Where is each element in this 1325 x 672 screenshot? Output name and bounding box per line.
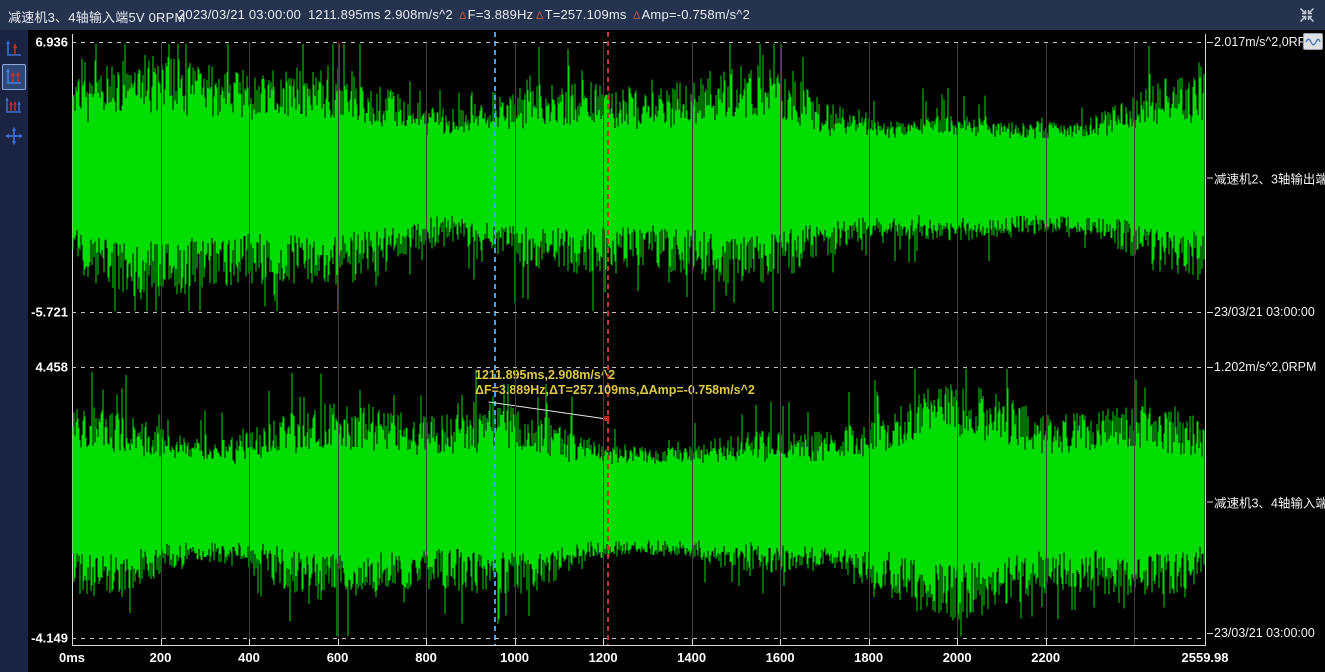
delta-icon: Δ: [633, 10, 641, 22]
vertical-gridline: [957, 42, 958, 645]
x-tick-label: 600: [327, 650, 349, 665]
y-label-ch1-max: 6.936: [28, 35, 68, 50]
toolbar-cursor-time: 1211.895ms: [308, 7, 381, 22]
vertical-gridline: [338, 42, 339, 645]
x-tickmark: [1046, 639, 1047, 646]
channel1-value-label: 2.017m/s^2,0RPM: [1207, 35, 1316, 49]
x-tick-label: 200: [150, 650, 172, 665]
tool-single-cursor[interactable]: [2, 36, 26, 62]
vertical-gridline: [1134, 42, 1135, 645]
toolbar-delta-amp: ΔAmp=-0.758m/s^2: [633, 7, 750, 22]
vertical-gridline: [249, 42, 250, 645]
toolbar-datetime: 2023/03/21 03:00:00: [178, 7, 301, 22]
x-tick-label: 1800: [854, 650, 883, 665]
y-label-ch1-min: -5.721: [28, 305, 68, 320]
channel1-time-label: 23/03/21 03:00:00: [1207, 305, 1315, 319]
dual-cursor-icon: [4, 67, 24, 87]
vertical-gridline: [1046, 42, 1047, 645]
measurement-overlay: [28, 30, 1325, 672]
x-tick-label: 2559.98: [1182, 650, 1229, 665]
x-tickmark: [249, 639, 250, 646]
x-tickmark: [1205, 639, 1206, 646]
collapse-to-center-icon: [1298, 6, 1316, 24]
tool-dual-cursor[interactable]: [2, 64, 26, 90]
annotation-point: 1211.895ms,2.908m/s^2: [475, 368, 755, 383]
vertical-gridline: [161, 42, 162, 645]
tick-dash: [1207, 178, 1213, 179]
delta-measure-line: [489, 402, 607, 419]
tick-dash: [1207, 312, 1213, 313]
vertical-gridline: [692, 42, 693, 645]
y-label-ch2-min: -4.149: [28, 631, 68, 646]
x-tick-label: 2200: [1031, 650, 1060, 665]
x-tickmark: [869, 639, 870, 646]
tool-multi-cursor[interactable]: [2, 93, 26, 119]
channel1-name-label: 减速机2、3轴输出端4A: [1207, 169, 1325, 188]
single-cursor-icon: [4, 39, 24, 59]
tick-dash: [1207, 42, 1213, 43]
delta-icon: Δ: [536, 10, 544, 22]
x-tickmark: [338, 639, 339, 646]
x-tick-label: 1600: [766, 650, 795, 665]
x-tick-label: 400: [238, 650, 260, 665]
sine-wave-icon: [1305, 36, 1321, 48]
channel2-time-label: 23/03/21 03:00:00: [1207, 626, 1315, 640]
tick-dash: [1207, 367, 1213, 368]
x-tickmark: [515, 639, 516, 646]
delta-icon: Δ: [459, 10, 467, 22]
x-tick-label: 2000: [943, 650, 972, 665]
horizontal-gridline: [72, 312, 1205, 313]
x-tickmark: [72, 639, 73, 646]
vertical-gridline: [780, 42, 781, 645]
tick-dash: [1207, 633, 1213, 634]
x-tick-label: 0ms: [59, 650, 85, 665]
x-tickmark: [603, 639, 604, 646]
cursor-point-marker: [604, 416, 609, 421]
sidebar-toolbox: [0, 30, 28, 672]
pan-move-icon: [4, 126, 24, 146]
vertical-gridline: [603, 42, 604, 645]
x-tickmark: [426, 639, 427, 646]
x-tickmark: [957, 639, 958, 646]
x-tick-label: 1400: [677, 650, 706, 665]
x-tickmark: [780, 639, 781, 646]
tool-pan-move[interactable]: [2, 123, 26, 149]
toolbar: 减速机3、4轴输入端5V 0RPM 2023/03/21 03:00:00 12…: [0, 0, 1325, 30]
x-tick-label: 800: [415, 650, 437, 665]
toolbar-channel-label: 减速机3、4轴输入端5V 0RPM: [8, 7, 186, 26]
x-tickmark: [692, 639, 693, 646]
toolbar-delta-t: ΔT=257.109ms: [536, 7, 627, 22]
cursor-annotation: 1211.895ms,2.908m/s^2 ΔF=3.889Hz,ΔT=257.…: [475, 368, 755, 398]
vertical-gridline: [426, 42, 427, 645]
waveform-plot-region[interactable]: 1211.895ms,2.908m/s^2 ΔF=3.889Hz,ΔT=257.…: [28, 30, 1325, 672]
multi-cursor-icon: [4, 96, 24, 116]
x-tickmark: [161, 639, 162, 646]
toolbar-delta-f: ΔF=3.889Hz: [459, 7, 533, 22]
tick-dash: [1207, 502, 1213, 503]
toolbar-cursor-amp: 2.908m/s^2: [384, 7, 453, 22]
annotation-delta: ΔF=3.889Hz,ΔT=257.109ms,ΔAmp=-0.758m/s^2: [475, 383, 755, 398]
x-tick-label: 1000: [500, 650, 529, 665]
collapse-button[interactable]: [1294, 3, 1320, 27]
x-tick-label: 1200: [589, 650, 618, 665]
vertical-gridline: [515, 42, 516, 645]
y-label-ch2-max: 4.458: [28, 360, 68, 375]
channel2-value-label: 1.202m/s^2,0RPM: [1207, 360, 1316, 374]
horizontal-gridline: [72, 638, 1205, 639]
vertical-gridline: [869, 42, 870, 645]
channel2-name-label: 减速机3、4轴输入端5V: [1207, 493, 1325, 512]
horizontal-gridline: [72, 367, 1205, 368]
waveform-mode-button[interactable]: [1303, 33, 1323, 50]
horizontal-gridline: [72, 42, 1205, 43]
